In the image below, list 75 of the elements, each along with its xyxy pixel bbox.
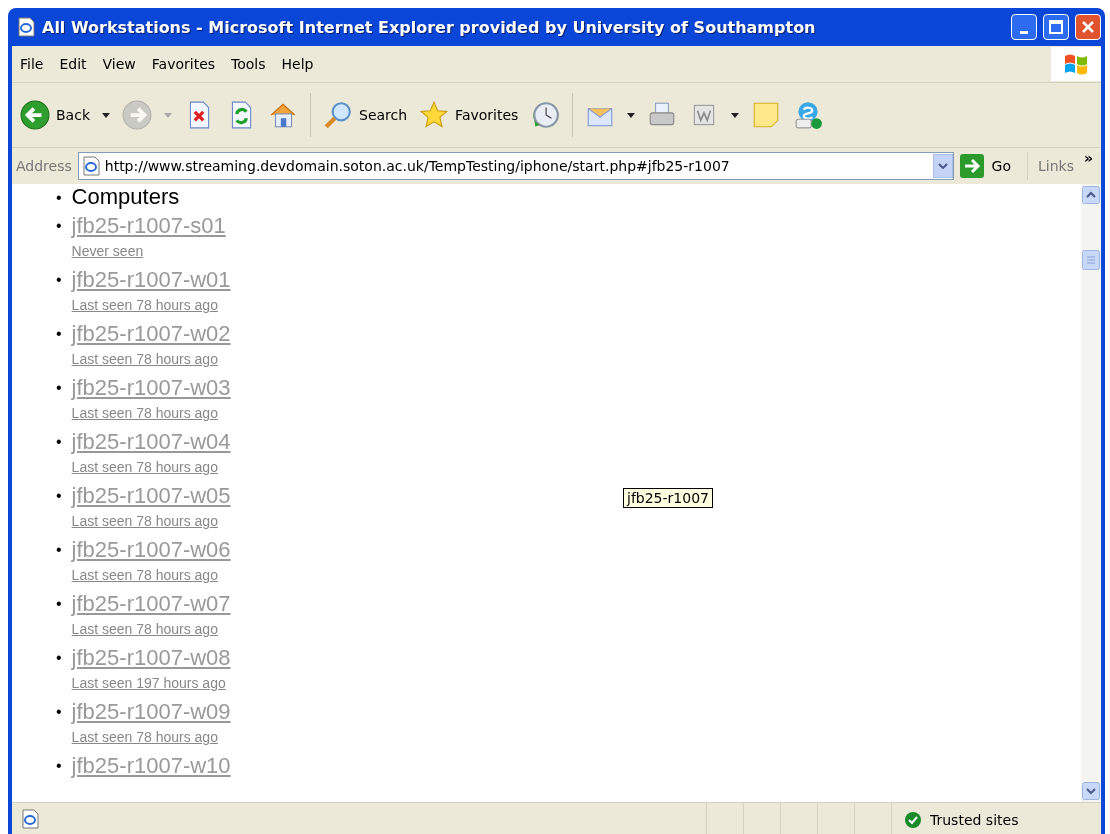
- back-button[interactable]: Back: [16, 97, 94, 133]
- dropdown-arrow-icon[interactable]: [731, 112, 740, 118]
- status-link[interactable]: Last seen 78 hours ago: [71, 404, 218, 422]
- close-button[interactable]: [1075, 14, 1101, 40]
- bullet: •: [56, 486, 62, 506]
- status-link[interactable]: Last seen 78 hours ago: [71, 350, 218, 368]
- minimize-icon: [1020, 30, 1028, 34]
- computer-link[interactable]: jfb25-r1007-w10: [71, 752, 231, 780]
- scroll-up-icon[interactable]: [1082, 186, 1100, 204]
- computer-link[interactable]: jfb25-r1007-w04: [71, 428, 231, 456]
- computer-link[interactable]: jfb25-r1007-w01: [71, 266, 231, 294]
- window-title: All Workstations - Microsoft Internet Explorer provided by University of Southampton: [42, 17, 817, 37]
- more-button[interactable]: »: [1079, 148, 1097, 168]
- computer-link[interactable]: jfb25-r1007-w07: [71, 590, 231, 618]
- bullet: •: [56, 432, 62, 452]
- star-icon: [419, 100, 450, 130]
- close-icon: [1081, 20, 1095, 34]
- scrollbar[interactable]: [1081, 184, 1101, 802]
- bullet: •: [56, 648, 62, 668]
- search-button[interactable]: Search: [319, 97, 412, 133]
- status-link[interactable]: Last seen 197 hours ago: [71, 674, 226, 692]
- list-heading: Computers: [71, 184, 180, 210]
- page-status-icon: [20, 808, 40, 829]
- bullet: •: [56, 216, 62, 236]
- bullet: •: [56, 756, 62, 776]
- scroll-thumb[interactable]: [1082, 250, 1100, 270]
- clock-icon: [530, 100, 561, 130]
- search-icon: [323, 100, 353, 130]
- computer-link[interactable]: jfb25-r1007-w09: [71, 698, 231, 726]
- status-link[interactable]: Last seen 78 hours ago: [71, 458, 218, 476]
- bullet: •: [56, 594, 62, 614]
- menu-item[interactable]: File: [12, 52, 52, 76]
- menu-item[interactable]: Edit: [51, 52, 95, 76]
- dropdown-button[interactable]: [932, 154, 953, 178]
- phone-icon: [793, 100, 824, 130]
- maximize-button[interactable]: [1043, 14, 1069, 40]
- maximize-icon: [1049, 20, 1063, 34]
- menu-item[interactable]: View: [94, 52, 144, 76]
- status-link[interactable]: Last seen 78 hours ago: [71, 296, 218, 314]
- status-link[interactable]: Last seen 78 hours ago: [71, 728, 218, 746]
- browser-icon: [16, 17, 36, 37]
- status-link[interactable]: Last seen 78 hours ago: [71, 512, 218, 530]
- menu-item[interactable]: Favorites: [143, 52, 224, 76]
- address-label: Address: [16, 158, 72, 174]
- bullet: •: [56, 324, 62, 344]
- computer-link[interactable]: jfb25-r1007-w03: [71, 374, 231, 402]
- menu-item[interactable]: Tools: [223, 52, 274, 76]
- bullet: •: [56, 188, 62, 208]
- bullet: •: [56, 270, 62, 290]
- computer-link[interactable]: jfb25-r1007-w05: [71, 482, 231, 510]
- address-field[interactable]: http://www.streaming.devdomain.soton.ac.uk/TempTesting/iphone/start.php#jfb25-r1007: [77, 152, 954, 180]
- page-icon: [80, 156, 101, 176]
- computer-link[interactable]: jfb25-r1007-w08: [71, 644, 231, 672]
- flag-logo-icon: [1063, 52, 1089, 76]
- computer-link[interactable]: jfb25-r1007-w06: [71, 536, 231, 564]
- dropdown-arrow-icon[interactable]: [627, 112, 636, 118]
- chevron-down-icon: [937, 163, 948, 169]
- menu-item[interactable]: Help: [273, 52, 322, 76]
- bullet: •: [56, 378, 62, 398]
- bullet: •: [56, 540, 62, 560]
- scroll-down-icon[interactable]: [1082, 782, 1100, 800]
- minimize-button[interactable]: [1011, 14, 1037, 40]
- go-button[interactable]: Go: [959, 154, 1021, 178]
- zone-label: Trusted sites: [930, 812, 1019, 828]
- dropdown-arrow-icon[interactable]: [102, 112, 110, 118]
- computer-link[interactable]: jfb25-r1007-w02: [71, 320, 231, 348]
- computer-link[interactable]: jfb25-r1007-s01: [71, 212, 226, 240]
- links-button[interactable]: Links: [1027, 152, 1074, 180]
- favorites-button[interactable]: Favorites: [415, 97, 523, 133]
- status-link[interactable]: Last seen 78 hours ago: [71, 620, 218, 638]
- tooltip: jfb25-r1007: [623, 488, 713, 508]
- status-link[interactable]: Last seen 78 hours ago: [71, 566, 218, 584]
- bullet: •: [56, 702, 62, 722]
- status-link[interactable]: Never seen: [71, 242, 144, 260]
- check-icon: [904, 811, 922, 829]
